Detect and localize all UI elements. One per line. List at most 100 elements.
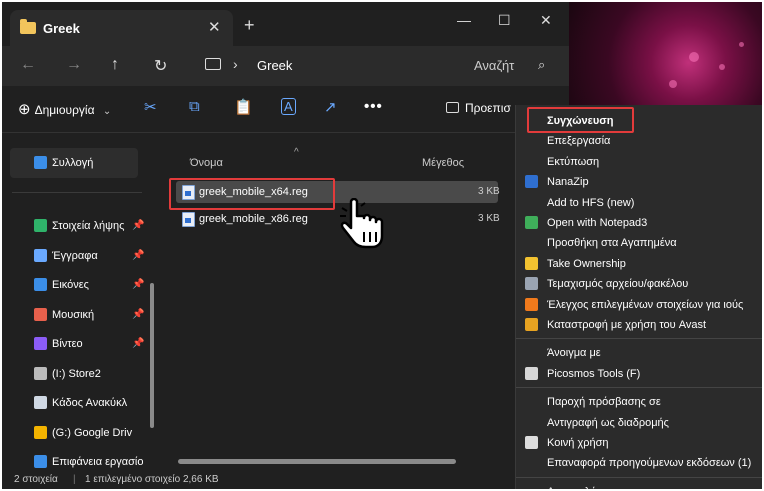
avast-shredder-icon: [525, 318, 538, 331]
forward-icon[interactable]: →: [66, 56, 82, 74]
tab-greek[interactable]: Greek ✕: [10, 10, 233, 46]
close-tab-icon[interactable]: ✕: [208, 18, 221, 36]
sidebar-item-label: Έγγραφα: [52, 250, 98, 262]
title-bar: Greek ✕ + — ☐ ✕: [2, 2, 569, 46]
shredder-icon: [525, 277, 538, 291]
menu-separator: [516, 387, 762, 389]
sidebar-item[interactable]: Έγγραφα: [34, 249, 98, 269]
cut-icon[interactable]: ✂: [144, 98, 157, 116]
sidebar-item[interactable]: Κάδος Ανακύκλ: [34, 396, 127, 416]
preview-label: Προεπισ: [465, 101, 511, 115]
column-header-size[interactable]: Μέγεθος: [422, 157, 464, 169]
pin-icon[interactable]: 📌: [132, 220, 144, 231]
menu-item[interactable]: Εκτύπωση: [516, 152, 762, 172]
menu-item-label: Picosmos Tools (F): [547, 367, 641, 380]
paste-icon[interactable]: 📋: [234, 98, 253, 116]
sidebar-item-icon: [34, 455, 47, 468]
menu-item[interactable]: Επαναφορά προηγούμενων εκδόσεων (1): [516, 453, 762, 473]
shield-icon: [525, 256, 538, 270]
sidebar-item[interactable]: Βίντεο: [34, 337, 83, 357]
tab-title: Greek: [43, 21, 80, 36]
sidebar-item[interactable]: (G:) Google Driv: [34, 426, 132, 446]
menu-item[interactable]: Επεξεργασία: [516, 131, 762, 151]
plus-icon: ⊕: [18, 101, 31, 118]
status-bar: 2 στοιχεία | 1 επιλεγμένο στοιχείο 2,66 …: [2, 470, 569, 489]
refresh-icon[interactable]: ↻: [154, 56, 167, 76]
sidebar-item-label: Κάδος Ανακύκλ: [52, 397, 128, 409]
sidebar-item-icon: [34, 249, 47, 262]
sidebar-divider: [12, 192, 142, 193]
sidebar-item[interactable]: (I:) Store2: [34, 367, 101, 387]
horizontal-scrollbar[interactable]: [178, 459, 456, 464]
maximize-button[interactable]: ☐: [498, 12, 511, 29]
menu-item-label: Take Ownership: [547, 257, 626, 270]
menu-item-label: Κοινή χρήση: [547, 437, 609, 449]
sidebar-item-icon: [34, 308, 47, 321]
up-icon[interactable]: ↑: [111, 56, 119, 74]
sidebar-item-icon: [34, 396, 47, 409]
menu-item[interactable]: Έλεγχος επιλεγμένων στοιχείων για ιούς: [516, 295, 762, 315]
sidebar-scrollbar[interactable]: [150, 283, 154, 428]
notepad3-icon: [525, 216, 538, 229]
menu-separator: [516, 338, 762, 340]
menu-item[interactable]: Open with Notepad3: [516, 213, 762, 233]
search-icon[interactable]: ⌕: [538, 57, 545, 73]
reg-file-icon: [182, 212, 195, 227]
menu-item[interactable]: Καταστροφή με χρήση του Avast: [516, 315, 762, 335]
sidebar-item[interactable]: Εικόνες: [34, 278, 89, 298]
sidebar-item-icon: [34, 337, 47, 350]
share-icon[interactable]: ↗: [324, 98, 337, 116]
sidebar-item-gallery[interactable]: Συλλογή: [10, 148, 138, 178]
sort-ascending-icon: ^: [294, 147, 299, 158]
hand-cursor-icon: [340, 198, 384, 249]
close-window-button[interactable]: ✕: [540, 12, 552, 29]
highlight-box-merge: [527, 107, 634, 133]
copy-icon[interactable]: ⧉: [189, 98, 200, 115]
avast-icon: [525, 297, 538, 311]
preview-pane-button[interactable]: Προεπισ: [446, 101, 511, 115]
menu-item-label: Add to HFS (new): [547, 196, 635, 209]
column-header-name[interactable]: Όνομα: [190, 157, 223, 169]
file-row[interactable]: greek_mobile_x86.reg 3 KB: [176, 208, 500, 230]
menu-item[interactable]: NanaZip: [516, 172, 762, 192]
search-box[interactable]: Αναζήτ ⌕: [464, 52, 564, 80]
new-tab-button[interactable]: +: [244, 16, 255, 34]
monitor-icon: [205, 58, 221, 70]
pin-icon[interactable]: 📌: [132, 279, 144, 290]
file-size: 3 KB: [478, 213, 500, 224]
pin-icon[interactable]: 📌: [132, 250, 144, 261]
sidebar-item-label: Στοιχεία λήψης: [52, 220, 125, 232]
folder-icon: [20, 19, 36, 34]
menu-item[interactable]: Τεμαχισμός αρχείου/φακέλου: [516, 274, 762, 294]
menu-item[interactable]: Προσθήκη στα Αγαπημένα: [516, 233, 762, 253]
menu-item[interactable]: Take Ownership: [516, 254, 762, 274]
menu-item[interactable]: Αποστολή προς: [516, 482, 762, 489]
pin-icon[interactable]: 📌: [132, 309, 144, 320]
address-bar[interactable]: › Greek: [197, 52, 462, 80]
menu-item[interactable]: Παροχή πρόσβασης σε: [516, 392, 762, 412]
menu-item[interactable]: Άνοιγμα με: [516, 343, 762, 363]
pin-icon[interactable]: 📌: [132, 338, 144, 349]
back-icon[interactable]: ←: [20, 56, 36, 74]
navigation-bar: ← → ↑ ↻ › Greek Αναζήτ ⌕: [2, 46, 569, 86]
more-options-icon[interactable]: •••: [364, 98, 383, 115]
menu-item[interactable]: Add to HFS (new): [516, 193, 762, 213]
chevron-right-icon: ›: [233, 56, 238, 72]
menu-item-label: Επαναφορά προηγούμενων εκδόσεων (1): [547, 457, 752, 470]
sidebar-item-label: (G:) Google Driv: [52, 427, 133, 439]
rename-icon[interactable]: A: [281, 98, 296, 115]
menu-item-label: Τεμαχισμός αρχείου/φακέλου: [547, 278, 689, 291]
minimize-button[interactable]: —: [457, 12, 471, 28]
create-button[interactable]: ⊕ Δημιουργία ⌄: [18, 100, 111, 118]
sidebar-item[interactable]: Στοιχεία λήψης: [34, 219, 124, 239]
menu-item[interactable]: Picosmos Tools (F): [516, 364, 762, 384]
screenshot-frame: Greek ✕ + — ☐ ✕ ← → ↑ ↻ › Greek Αναζήτ ⌕: [2, 2, 762, 489]
breadcrumb[interactable]: Greek: [257, 58, 292, 73]
sidebar-item-label: Επιφάνεια εργασίο: [52, 456, 144, 468]
sidebar-item-label: (I:) Store2: [52, 368, 101, 380]
sidebar-item-label: Συλλογή: [52, 157, 94, 169]
menu-item[interactable]: Αντιγραφή ως διαδρομής: [516, 413, 762, 433]
sidebar-item[interactable]: Μουσική: [34, 308, 94, 328]
menu-item-label: Παροχή πρόσβασης σε: [547, 396, 661, 409]
menu-item[interactable]: Κοινή χρήση: [516, 433, 762, 453]
